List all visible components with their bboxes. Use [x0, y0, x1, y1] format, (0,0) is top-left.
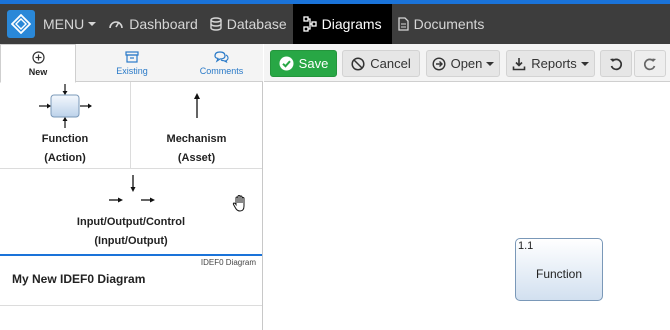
- save-button[interactable]: Save: [270, 50, 337, 77]
- chevron-down-icon: [88, 22, 97, 26]
- chevron-down-icon: [580, 61, 589, 66]
- nav-dashboard-label: Dashboard: [129, 16, 198, 32]
- dashboard-icon: [109, 21, 124, 29]
- shape-input-output-control[interactable]: Input/Output/Control (Input/Output): [0, 169, 262, 253]
- left-panel: New Existing Comments Function (Action) …: [0, 44, 263, 330]
- tab-new[interactable]: New: [0, 44, 76, 83]
- download-icon: [512, 57, 526, 70]
- shape-function[interactable]: Function (Action): [0, 82, 130, 168]
- tab-existing-label: Existing: [116, 65, 148, 76]
- check-circle-icon: [279, 56, 294, 71]
- diagram-type-label: IDEF0 Diagram: [200, 258, 256, 267]
- diagram-canvas[interactable]: [264, 83, 670, 330]
- diagram-icon: [303, 16, 317, 32]
- nav-diagrams[interactable]: Diagrams: [292, 4, 392, 44]
- diamond-logo-icon: [11, 14, 31, 34]
- plus-circle-icon: [31, 50, 45, 64]
- app-logo[interactable]: [7, 10, 35, 38]
- document-icon: [397, 17, 409, 31]
- nav-diagrams-label: Diagrams: [321, 16, 382, 32]
- diagram-name: My New IDEF0 Diagram: [12, 272, 146, 286]
- database-icon: [210, 17, 222, 31]
- function-shape-icon: [39, 84, 92, 128]
- shape-ioc-kind: (Input/Output): [94, 235, 168, 247]
- ban-icon: [351, 56, 365, 71]
- comments-icon: [214, 50, 229, 63]
- reports-label: Reports: [531, 56, 577, 71]
- hand-cursor-icon: [232, 194, 245, 212]
- current-diagram[interactable]: IDEF0 Diagram My New IDEF0 Diagram: [0, 254, 262, 306]
- function-box[interactable]: 1.1 Function: [515, 238, 603, 301]
- shape-function-kind: (Action): [44, 152, 86, 164]
- redo-button[interactable]: [634, 50, 666, 77]
- cancel-label: Cancel: [370, 56, 411, 71]
- open-label: Open: [450, 56, 483, 71]
- undo-button[interactable]: [600, 50, 632, 77]
- save-label: Save: [298, 56, 329, 71]
- menu-label: MENU: [43, 16, 85, 32]
- shape-mechanism[interactable]: Mechanism (Asset): [131, 82, 262, 168]
- tab-existing[interactable]: Existing: [84, 44, 180, 82]
- function-label: Function: [535, 267, 583, 281]
- tab-comments[interactable]: Comments: [180, 44, 263, 82]
- shape-mechanism-name: Mechanism: [166, 133, 227, 145]
- diagram-toolbar: Save Cancel Open Reports: [264, 44, 670, 82]
- open-button[interactable]: Open: [426, 50, 500, 77]
- arrow-circle-right-icon: [432, 56, 446, 71]
- panel-tabs: New Existing Comments: [0, 44, 263, 83]
- shape-mechanism-kind: (Asset): [177, 152, 216, 164]
- mechanism-arrow-icon: [193, 93, 200, 118]
- tab-comments-label: Comments: [199, 65, 244, 76]
- nav-database[interactable]: Database: [204, 4, 293, 44]
- tab-new-label: New: [28, 66, 48, 77]
- nav-documents[interactable]: Documents: [392, 4, 491, 44]
- archive-icon: [125, 50, 139, 63]
- cancel-button[interactable]: Cancel: [342, 50, 420, 77]
- nav-documents-label: Documents: [413, 16, 485, 32]
- shape-ioc-name: Input/Output/Control: [76, 216, 186, 228]
- menu-dropdown[interactable]: MENU: [37, 4, 102, 44]
- input-output-control-icon: [109, 175, 155, 203]
- shape-function-name: Function: [41, 133, 89, 145]
- nav-dashboard[interactable]: Dashboard: [102, 4, 204, 44]
- undo-icon: [610, 58, 622, 70]
- function-number: 1.1: [518, 240, 534, 252]
- nav-database-label: Database: [226, 16, 287, 32]
- top-navbar: MENU Dashboard Database Diagrams Documen…: [0, 4, 670, 44]
- chevron-down-icon: [486, 61, 495, 66]
- redo-icon: [644, 58, 656, 70]
- reports-button[interactable]: Reports: [506, 50, 595, 77]
